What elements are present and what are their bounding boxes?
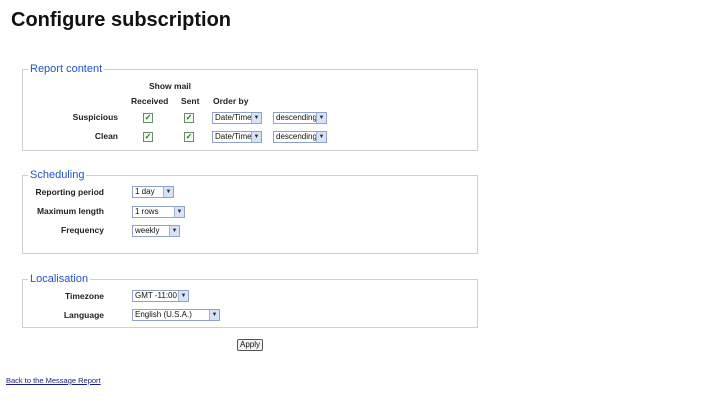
chevron-down-icon: ▼ <box>174 207 184 217</box>
clean-received-checkbox[interactable]: ✓ <box>143 132 153 142</box>
suspicious-sent-checkbox[interactable]: ✓ <box>184 113 194 123</box>
reporting-period-select[interactable]: 1 day ▼ <box>132 186 174 198</box>
chevron-down-icon: ▼ <box>209 310 219 320</box>
maximum-length-select[interactable]: 1 rows ▼ <box>132 206 185 218</box>
checkmark-icon: ✓ <box>185 132 193 141</box>
sent-column-header: Sent <box>181 96 200 106</box>
order-by-column-header: Order by <box>213 96 249 106</box>
language-value: English (U.S.A.) <box>135 310 192 319</box>
timezone-label: Timezone <box>64 291 104 301</box>
chevron-down-icon: ▼ <box>316 113 326 123</box>
back-to-message-report-link[interactable]: Back to the Message Report <box>6 376 101 385</box>
scheduling-section: Scheduling Reporting period 1 day ▼ Maxi… <box>22 168 478 254</box>
suspicious-received-checkbox[interactable]: ✓ <box>143 113 153 123</box>
apply-button[interactable]: Apply <box>237 339 263 351</box>
clean-order-field-value: Date/Time <box>215 132 252 141</box>
localisation-legend: Localisation <box>28 272 91 286</box>
received-column-header: Received <box>131 96 169 106</box>
report-content-legend: Report content <box>28 62 105 76</box>
suspicious-order-field-value: Date/Time <box>215 113 252 122</box>
frequency-select[interactable]: weekly ▼ <box>132 225 180 237</box>
suspicious-order-direction-value: descending <box>276 113 317 122</box>
reporting-period-value: 1 day <box>135 187 155 196</box>
chevron-down-icon: ▼ <box>251 132 261 142</box>
clean-sent-checkbox[interactable]: ✓ <box>184 132 194 142</box>
suspicious-row-label: Suspicious <box>72 112 118 122</box>
timezone-value: GMT -11:00 <box>135 291 177 300</box>
show-mail-label: Show mail <box>149 81 192 91</box>
suspicious-order-field-select[interactable]: Date/Time ▼ <box>212 112 262 124</box>
checkmark-icon: ✓ <box>185 113 193 122</box>
chevron-down-icon: ▼ <box>316 132 326 142</box>
report-content-section: Report content Show mail Received Sent O… <box>22 62 478 151</box>
maximum-length-label: Maximum length <box>36 206 104 216</box>
reporting-period-label: Reporting period <box>35 187 104 197</box>
frequency-label: Frequency <box>61 225 104 235</box>
maximum-length-value: 1 rows <box>135 207 159 216</box>
scheduling-legend: Scheduling <box>28 168 87 182</box>
clean-order-direction-select[interactable]: descending ▼ <box>273 131 327 143</box>
clean-row-label: Clean <box>94 131 118 141</box>
language-label: Language <box>63 310 104 320</box>
chevron-down-icon: ▼ <box>163 187 173 197</box>
chevron-down-icon: ▼ <box>251 113 261 123</box>
chevron-down-icon: ▼ <box>178 291 188 301</box>
checkmark-icon: ✓ <box>144 113 152 122</box>
clean-order-direction-value: descending <box>276 132 317 141</box>
page-title: Configure subscription <box>11 9 231 31</box>
frequency-value: weekly <box>135 226 160 235</box>
suspicious-order-direction-select[interactable]: descending ▼ <box>273 112 327 124</box>
checkmark-icon: ✓ <box>144 132 152 141</box>
clean-order-field-select[interactable]: Date/Time ▼ <box>212 131 262 143</box>
timezone-select[interactable]: GMT -11:00 ▼ <box>132 290 189 302</box>
language-select[interactable]: English (U.S.A.) ▼ <box>132 309 220 321</box>
localisation-section: Localisation Timezone GMT -11:00 ▼ Langu… <box>22 272 478 328</box>
chevron-down-icon: ▼ <box>169 226 179 236</box>
